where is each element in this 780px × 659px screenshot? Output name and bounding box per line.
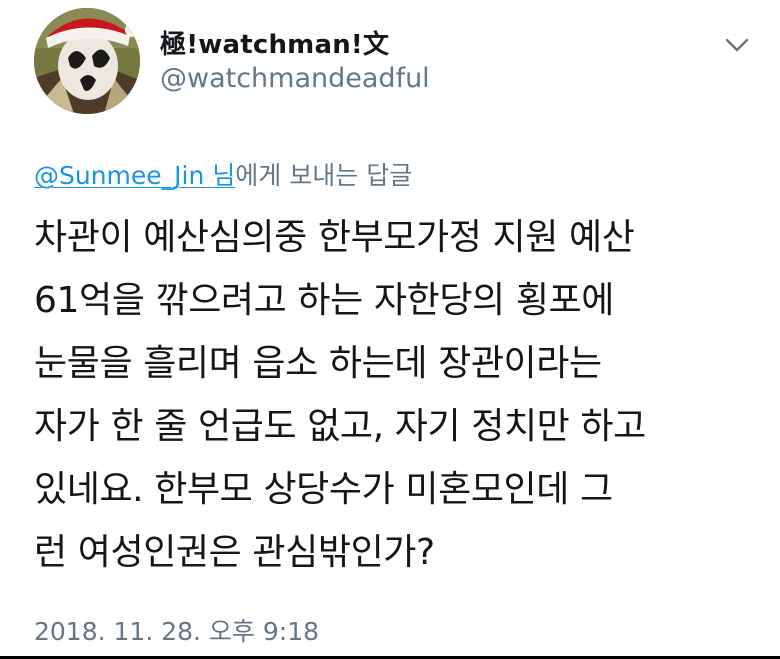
- tweet-text-line: 눈물을 흘리며 읍소 하는데 장관이라는: [34, 343, 602, 384]
- display-name[interactable]: 極!watchman!文: [160, 24, 389, 61]
- reply-context-label: 에게 보내는 답글: [235, 161, 413, 190]
- tweet-text: 차관이 예산심의중 한부모가정 지원 예산 61억을 깎으려고 하는 자한당의 …: [34, 206, 774, 584]
- tweet-text-line: 61억을 깎으려고 하는 자한당의 횡포에: [34, 280, 614, 321]
- tweet-text-line: 자가 한 줄 언급도 없고, 자기 정치만 하고: [34, 406, 646, 447]
- avatar[interactable]: [34, 8, 140, 114]
- user-handle[interactable]: @watchmandeadful: [160, 63, 430, 94]
- avatar-image: [34, 8, 140, 114]
- chevron-down-icon: [725, 38, 749, 52]
- tweet-timestamp[interactable]: 2018. 11. 28. 오후 9:18: [34, 612, 319, 648]
- tweet-text-line: 있네요. 한부모 상당수가 미혼모인데 그: [34, 469, 613, 510]
- tweet-text-line: 런 여성인권은 관심밖인가?: [34, 532, 435, 573]
- reply-context: @Sunmee_Jin 님에게 보내는 답글: [34, 156, 412, 192]
- reply-mention-link[interactable]: @Sunmee_Jin 님: [34, 161, 235, 190]
- tweet-menu-button[interactable]: [722, 34, 752, 56]
- tweet-text-line: 차관이 예산심의중 한부모가정 지원 예산: [34, 217, 635, 258]
